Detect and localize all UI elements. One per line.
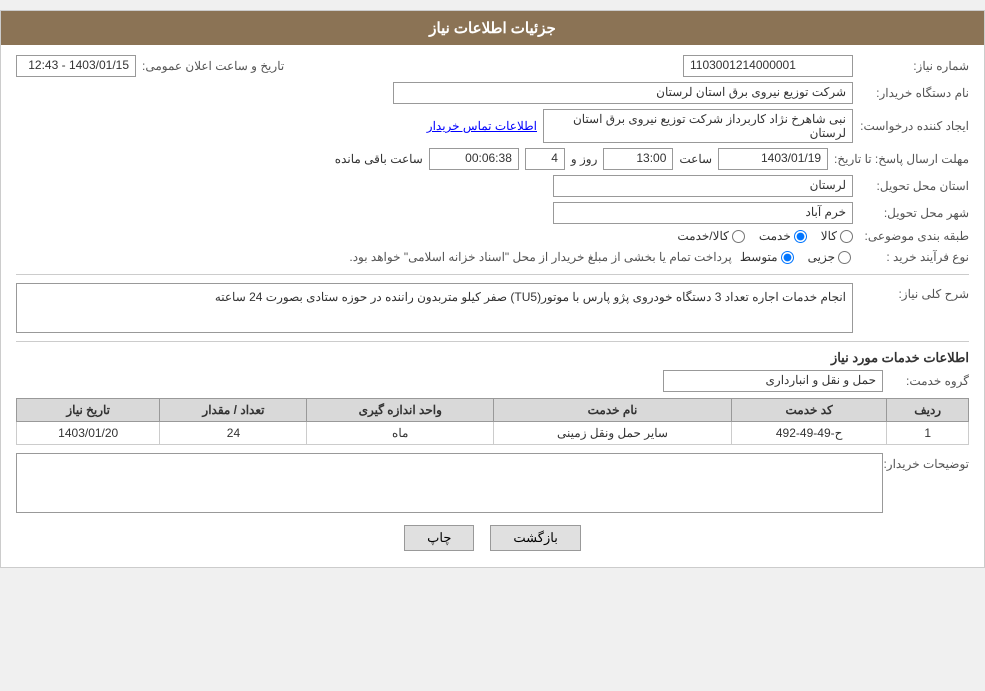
cell-name: سایر حمل ونقل زمینی	[494, 422, 732, 445]
services-table: ردیف کد خدمت نام خدمت واحد اندازه گیری ت…	[16, 398, 969, 445]
deadline-remaining-value: 00:06:38	[429, 148, 519, 170]
requester-label: ایجاد کننده درخواست:	[859, 119, 969, 133]
service-group-label: گروه خدمت:	[889, 374, 969, 388]
province-value: لرستان	[553, 175, 853, 197]
deadline-time-value: 13:00	[603, 148, 673, 170]
cell-row: 1	[887, 422, 969, 445]
requester-value: نبی شاهرخ نژاد کاربرداز شرکت توزیع نیروی…	[543, 109, 853, 143]
deadline-days-label: روز و	[571, 152, 598, 166]
category-option-kala-khedmat[interactable]: کالا/خدمت	[677, 229, 744, 243]
request-number-label: شماره نیاز:	[859, 59, 969, 73]
announce-value: 1403/01/15 - 12:43	[16, 55, 136, 77]
deadline-label: مهلت ارسال پاسخ: تا تاریخ:	[834, 152, 969, 166]
contact-link[interactable]: اطلاعات تماس خریدار	[427, 119, 537, 133]
cell-qty: 24	[160, 422, 307, 445]
need-desc-label: شرح کلی نیاز:	[859, 287, 969, 301]
buyer-org-label: نام دستگاه خریدار:	[859, 86, 969, 100]
service-group-value: حمل و نقل و انبارداری	[663, 370, 883, 392]
process-label: نوع فرآیند خرید :	[859, 250, 969, 264]
page-title: جزئیات اطلاعات نیاز	[1, 11, 984, 45]
category-option-khedmat[interactable]: خدمت	[759, 229, 807, 243]
back-button[interactable]: بازگشت	[490, 525, 580, 551]
print-button[interactable]: چاپ	[404, 525, 474, 551]
announce-label: تاریخ و ساعت اعلان عمومی:	[142, 59, 284, 73]
col-code: کد خدمت	[731, 399, 886, 422]
cell-code: ح-49-49-492	[731, 422, 886, 445]
category-label: طبقه بندی موضوعی:	[859, 229, 969, 243]
cell-unit: ماه	[307, 422, 494, 445]
col-unit: واحد اندازه گیری	[307, 399, 494, 422]
need-desc-value: انجام خدمات اجاره تعداد 3 دستگاه خودروی …	[16, 283, 853, 333]
buyer-org-value: شرکت توزیع نیروی برق استان لرستان	[393, 82, 853, 104]
process-option-motavaset[interactable]: متوسط	[740, 250, 794, 264]
col-date: تاریخ نیاز	[17, 399, 160, 422]
cell-date: 1403/01/20	[17, 422, 160, 445]
col-name: نام خدمت	[494, 399, 732, 422]
province-label: استان محل تحویل:	[859, 179, 969, 193]
process-note: پرداخت تمام یا بخشی از مبلغ خریدار از مح…	[349, 248, 732, 266]
city-value: خرم آباد	[553, 202, 853, 224]
deadline-days-value: 4	[525, 148, 565, 170]
action-buttons: بازگشت چاپ	[16, 525, 969, 551]
process-option-jozi[interactable]: جزیی	[808, 250, 851, 264]
category-option-kala[interactable]: کالا	[821, 229, 853, 243]
buyer-desc-value[interactable]	[16, 453, 883, 513]
service-info-title: اطلاعات خدمات مورد نیاز	[16, 350, 969, 366]
city-label: شهر محل تحویل:	[859, 206, 969, 220]
category-radio-group: کالا خدمت کالا/خدمت	[677, 229, 853, 243]
col-qty: تعداد / مقدار	[160, 399, 307, 422]
col-row: ردیف	[887, 399, 969, 422]
request-number-value: 1103001214000001	[683, 55, 853, 77]
table-row: 1 ح-49-49-492 سایر حمل ونقل زمینی ماه 24…	[17, 422, 969, 445]
process-radio-group: جزیی متوسط	[740, 250, 851, 264]
deadline-date: 1403/01/19	[718, 148, 828, 170]
buyer-desc-label: توضیحات خریدار:	[889, 457, 969, 471]
deadline-time-label: ساعت	[679, 152, 712, 166]
deadline-remaining-label: ساعت باقی مانده	[335, 152, 423, 166]
